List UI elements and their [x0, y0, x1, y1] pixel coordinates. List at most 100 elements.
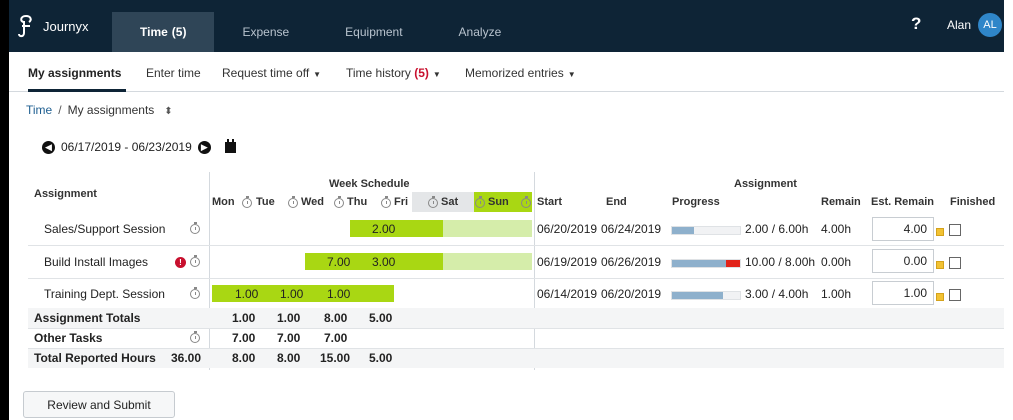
header-end: End — [606, 196, 627, 208]
stopwatch-icon[interactable] — [381, 196, 391, 208]
tab-time-count: (5) — [171, 25, 187, 39]
row-divider — [28, 278, 1004, 279]
progress-over-fill — [726, 260, 740, 267]
finished-checkbox[interactable] — [949, 224, 961, 236]
help-icon[interactable]: ? — [911, 14, 921, 34]
day-hours: 3.00 — [372, 255, 396, 269]
row-assignment-name[interactable]: Sales/Support Session — [44, 222, 165, 236]
header-tue: Tue — [256, 196, 275, 208]
row-divider — [28, 245, 1004, 246]
subnav-memorized-entries[interactable]: Memorized entries ▼ — [465, 66, 576, 80]
stopwatch-icon[interactable] — [428, 196, 438, 208]
stopwatch-icon[interactable] — [475, 196, 485, 208]
header-remain: Remain — [821, 196, 861, 208]
column-divider — [209, 172, 210, 370]
calendar-icon[interactable] — [224, 138, 236, 153]
tab-expense[interactable]: Expense — [214, 12, 317, 52]
row-start: 06/19/2019 — [537, 255, 598, 269]
avatar[interactable]: AL — [978, 13, 1002, 37]
breadcrumb: Time / My assignments ⬍ — [26, 103, 173, 117]
totals-value: 8.00 — [232, 351, 256, 365]
progress-bar — [671, 226, 741, 235]
sort-arrows-icon[interactable]: ⬍ — [164, 106, 172, 117]
row-remain: 0.00h — [821, 255, 852, 269]
error-icon[interactable]: ! — [175, 257, 186, 268]
chevron-down-icon: ▼ — [313, 70, 322, 79]
journyx-logo-icon — [18, 15, 32, 38]
day-hours: 1.00 — [327, 287, 351, 301]
tab-time-label: Time — [140, 25, 168, 39]
tab-time[interactable]: Time (5) — [112, 12, 215, 52]
schedule-bar-light[interactable] — [443, 220, 532, 237]
subnav-time-history-label: Time history — [346, 66, 411, 80]
note-icon[interactable] — [936, 228, 944, 236]
stopwatch-icon[interactable] — [334, 196, 344, 208]
app-name: Journyx — [43, 18, 89, 34]
user-name[interactable]: Alan — [947, 18, 971, 32]
row-end: 06/24/2019 — [601, 222, 662, 236]
finished-checkbox[interactable] — [949, 257, 961, 269]
totals-value: 8.00 — [277, 351, 301, 365]
row-divider — [28, 348, 1004, 349]
header-progress: Progress — [672, 196, 720, 208]
totals-row-bg — [28, 308, 1004, 328]
subnav-time-history-count: (5) — [414, 66, 429, 80]
subnav-time-history[interactable]: Time history (5) ▼ — [346, 66, 441, 80]
header-thu: Thu — [347, 196, 368, 208]
row-assignment-name[interactable]: Training Dept. Session — [44, 287, 165, 301]
prev-week-icon[interactable]: ◀ — [42, 140, 55, 154]
header-start: Start — [537, 196, 563, 208]
totals-grand-total: 36.00 — [171, 351, 202, 365]
header-sun: Sun — [488, 196, 509, 208]
row-assignment-name[interactable]: Build Install Images — [44, 255, 148, 269]
progress-text: 2.00 / 6.00h — [745, 222, 809, 236]
row-start: 06/20/2019 — [537, 222, 598, 236]
totals-value: 1.00 — [232, 311, 256, 325]
sub-navbar: My assignments Enter time Request time o… — [9, 52, 1004, 92]
row-divider — [28, 328, 1004, 329]
breadcrumb-separator: / — [58, 103, 62, 117]
header-finished: Finished — [950, 196, 996, 208]
progress-text: 3.00 / 4.00h — [745, 287, 809, 301]
subnav-my-assignments[interactable]: My assignments — [28, 66, 121, 80]
header-wed: Wed — [301, 196, 325, 208]
totals-value: 7.00 — [232, 331, 256, 345]
review-and-submit-button[interactable]: Review and Submit — [23, 391, 175, 418]
next-week-icon[interactable]: ▶ — [197, 140, 211, 154]
totals-label: Total Reported Hours — [34, 351, 156, 365]
totals-value: 5.00 — [369, 351, 393, 365]
note-icon[interactable] — [936, 261, 944, 269]
app-logo[interactable]: Journyx — [17, 10, 107, 42]
est-remain-input[interactable] — [872, 281, 934, 305]
tab-analyze[interactable]: Analyze — [431, 12, 530, 52]
subnav-request-time-off[interactable]: Request time off ▼ — [222, 66, 321, 80]
est-remain-input[interactable] — [872, 217, 934, 241]
date-range-text: 06/17/2019 - 06/23/2019 — [61, 140, 192, 154]
stopwatch-icon[interactable] — [190, 331, 200, 343]
note-icon[interactable] — [936, 293, 944, 301]
subnav-enter-time[interactable]: Enter time — [146, 66, 201, 80]
est-remain-input[interactable] — [872, 249, 934, 273]
tab-equipment[interactable]: Equipment — [317, 12, 430, 52]
stopwatch-icon[interactable] — [190, 255, 200, 267]
schedule-bar[interactable] — [350, 220, 443, 237]
stopwatch-icon[interactable] — [288, 196, 298, 208]
finished-checkbox[interactable] — [949, 289, 961, 301]
totals-value: 7.00 — [324, 331, 348, 345]
subnav-request-time-off-label: Request time off — [222, 66, 310, 80]
row-start: 06/14/2019 — [537, 287, 598, 301]
totals-value: 8.00 — [324, 311, 348, 325]
progress-text: 10.00 / 8.00h — [745, 255, 816, 269]
progress-fill — [672, 260, 726, 267]
schedule-bar-light[interactable] — [443, 253, 532, 270]
header-assignment-group: Assignment — [734, 178, 797, 190]
stopwatch-icon[interactable] — [190, 287, 200, 299]
stopwatch-icon[interactable] — [242, 196, 252, 208]
date-range-picker: ◀ 06/17/2019 - 06/23/2019 ▶ — [42, 138, 236, 154]
stopwatch-icon[interactable] — [521, 196, 531, 208]
stopwatch-icon[interactable] — [190, 222, 200, 234]
progress-bar — [671, 259, 741, 268]
totals-value: 15.00 — [320, 351, 351, 365]
breadcrumb-time[interactable]: Time — [26, 103, 52, 117]
totals-value: 7.00 — [277, 331, 301, 345]
